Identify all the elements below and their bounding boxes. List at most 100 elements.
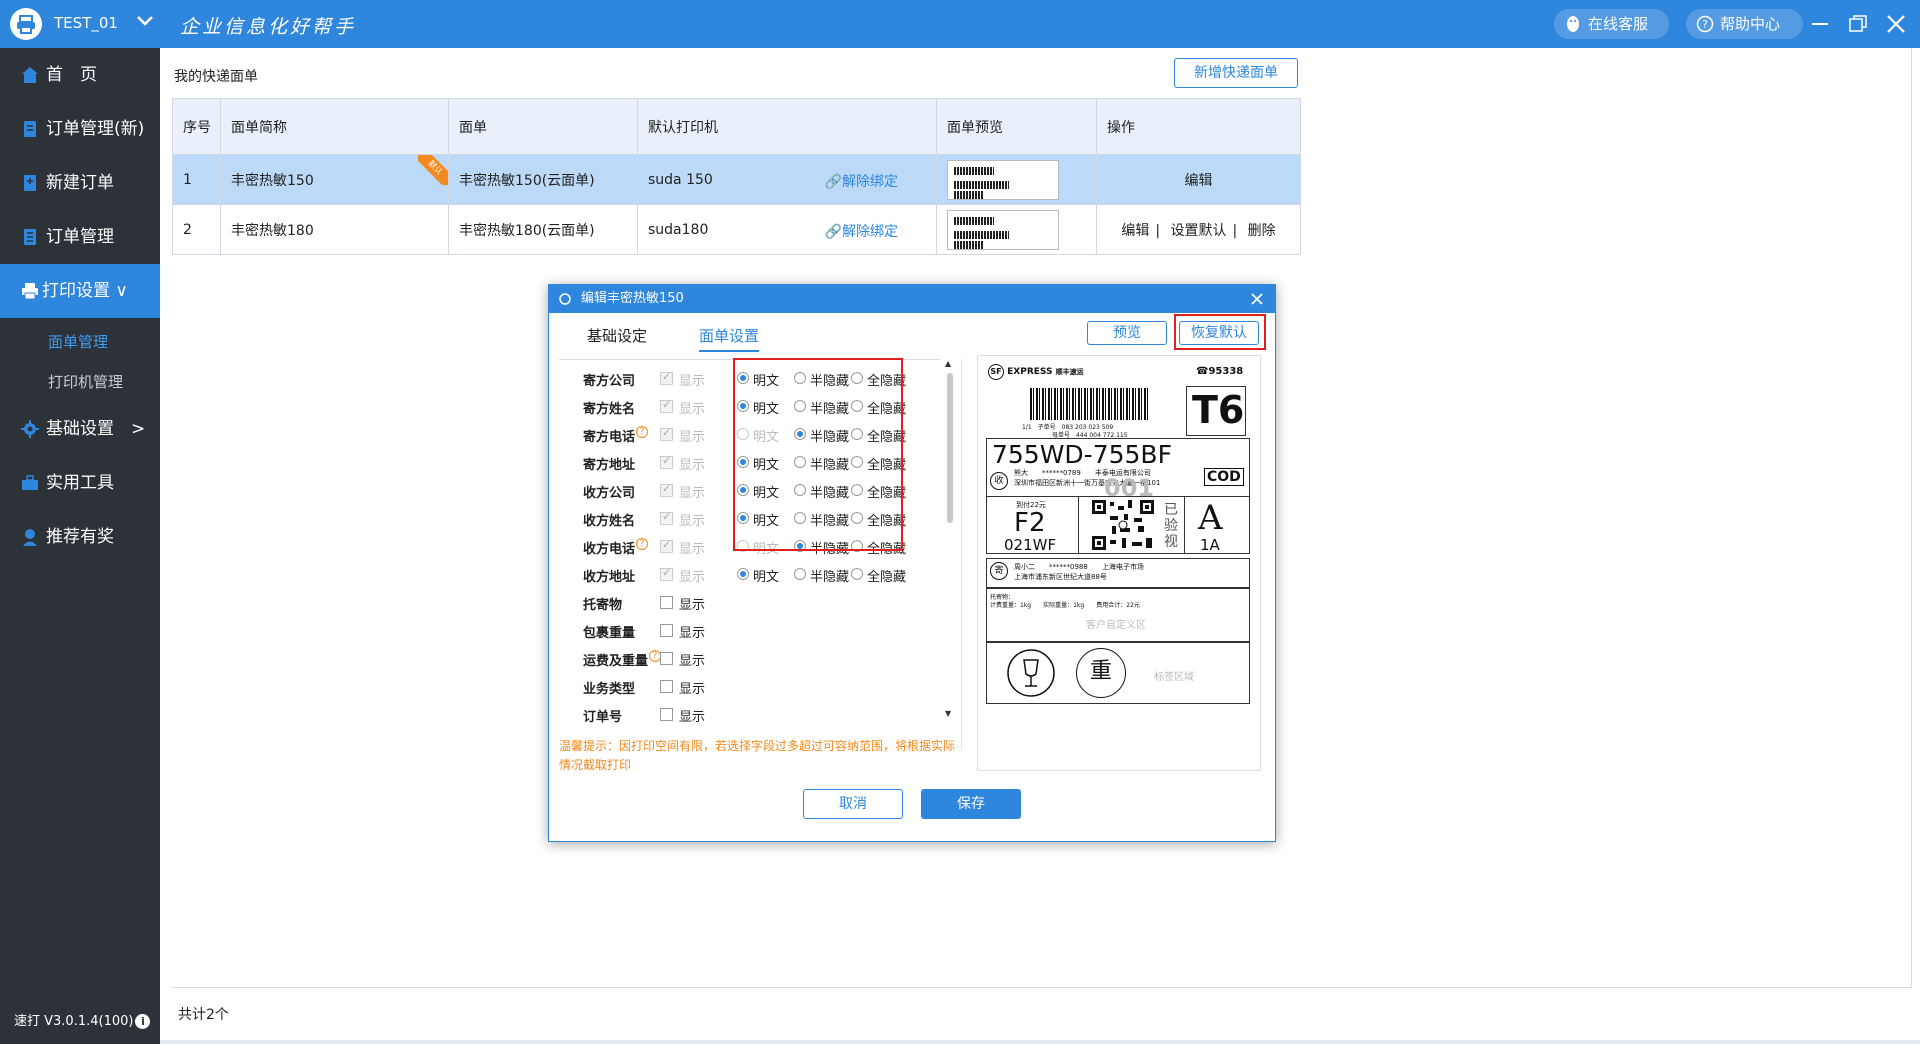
- show-checkbox[interactable]: [660, 426, 673, 441]
- sheet-preview-thumbnail[interactable]: [936, 154, 1097, 205]
- sheet-name: 丰密热敏150(云面单): [448, 154, 638, 205]
- restore-window-icon[interactable]: [1844, 10, 1872, 38]
- table-row[interactable]: 2 丰密热敏180 丰密热敏180(云面单) suda180 🔗解除绑定 编辑 |…: [172, 204, 1301, 255]
- show-checkbox[interactable]: [660, 624, 673, 637]
- field-row: 订单号 显示: [559, 700, 939, 728]
- sidebar-item-print-settings[interactable]: 打印设置 ∨: [0, 264, 160, 318]
- waybill-thumbnail[interactable]: [947, 209, 1059, 250]
- field-row: 收方地址 显示 明文 半隐藏 全隐藏: [559, 560, 939, 588]
- show-checkbox[interactable]: [660, 652, 673, 665]
- chevron-down-icon[interactable]: [136, 12, 154, 33]
- show-checkbox[interactable]: [660, 680, 673, 693]
- waybill-preview: SF EXPRESS 顺丰速运 ☎95338 1/1 子单号 083 203 0…: [977, 355, 1261, 771]
- sheet-preview-thumbnail[interactable]: [936, 204, 1097, 255]
- show-checkbox[interactable]: [660, 510, 673, 525]
- show-label: 显示: [679, 626, 706, 641]
- field-name: 收方地址: [583, 566, 635, 585]
- receiver-tag: 收: [990, 472, 1008, 490]
- sidebar-item-basic-settings[interactable]: 基础设置 >: [0, 402, 160, 456]
- sidebar-item-new-order[interactable]: 新建订单: [0, 156, 160, 210]
- sidebar-item-orders-new[interactable]: 订单管理(新): [0, 102, 160, 156]
- sidebar-item-home[interactable]: 首 页: [0, 48, 160, 102]
- unbind-link[interactable]: 🔗解除绑定: [825, 221, 898, 241]
- tab-basic-settings[interactable]: 基础设定: [587, 325, 647, 346]
- account-name[interactable]: TEST_01: [54, 14, 118, 32]
- show-checkbox[interactable]: [660, 454, 673, 469]
- mode-radio[interactable]: [851, 568, 863, 580]
- field-name-text: 寄方地址: [583, 458, 636, 473]
- show-label: 显示: [679, 430, 706, 445]
- column-header: 面单预览: [936, 98, 1097, 155]
- qr-code: [1090, 498, 1156, 552]
- field-name-text: 订单号: [583, 710, 623, 725]
- mode-radio[interactable]: [794, 568, 806, 580]
- preview-button[interactable]: 预览: [1087, 321, 1167, 345]
- unbind-link[interactable]: 🔗解除绑定: [825, 171, 898, 191]
- scroll-down-icon[interactable]: ▼: [945, 709, 951, 718]
- sender-address: 上海市浦东新区世纪大道88号: [1014, 573, 1107, 581]
- show-checkbox[interactable]: [660, 538, 673, 553]
- show-checkbox[interactable]: [660, 370, 673, 385]
- cancel-button[interactable]: 取消: [803, 789, 903, 819]
- minimize-icon[interactable]: [1806, 10, 1834, 38]
- field-name-text: 寄方公司: [583, 374, 636, 389]
- sidebar-item-orders[interactable]: 订单管理: [0, 210, 160, 264]
- set-default-link[interactable]: 设置默认: [1171, 223, 1227, 239]
- field-name: 寄方电话?: [583, 426, 649, 445]
- edit-link[interactable]: 编辑: [1121, 223, 1149, 239]
- delete-link[interactable]: 删除: [1248, 223, 1276, 239]
- field-name-text: 收方电话: [583, 542, 636, 557]
- column-header: 面单: [448, 98, 638, 155]
- printer-icon: [17, 15, 35, 34]
- tab-sheet-settings[interactable]: 面单设置: [699, 325, 760, 352]
- save-button[interactable]: 保存: [921, 789, 1021, 819]
- close-icon[interactable]: [1882, 10, 1910, 38]
- row-actions: 编辑 | 设置默认 | 删除: [1096, 204, 1301, 255]
- help-center-button[interactable]: ? 帮助中心 ▾: [1686, 9, 1803, 63]
- user-icon: [23, 529, 37, 546]
- sidebar-item-tools[interactable]: 实用工具: [0, 456, 160, 510]
- edit-link[interactable]: 编辑: [1185, 173, 1213, 189]
- row-number: 2: [172, 204, 221, 255]
- help-icon[interactable]: ?: [636, 426, 649, 438]
- help-icon[interactable]: ?: [636, 538, 649, 550]
- close-icon[interactable]: [1249, 291, 1265, 307]
- field-row: 包裹重量 显示: [559, 616, 939, 644]
- mode-radio[interactable]: [737, 568, 749, 580]
- svg-text:?: ?: [1702, 18, 1708, 31]
- dialog-title: 编辑丰密热敏150: [581, 291, 684, 306]
- show-checkbox[interactable]: [660, 566, 673, 581]
- field-name: 订单号: [583, 706, 622, 725]
- page-title: 我的快递面单: [174, 69, 258, 85]
- waybill-thumbnail[interactable]: [947, 159, 1059, 200]
- field-name-text: 业务类型: [583, 682, 636, 697]
- field-name: 业务类型: [583, 678, 635, 697]
- show-label: 显示: [679, 458, 706, 473]
- field-name-text: 托寄物: [583, 598, 623, 613]
- brand-text: EXPRESS: [1007, 367, 1053, 377]
- add-sheet-button[interactable]: 新增快递面单: [1174, 58, 1298, 88]
- default-printer: suda180 🔗解除绑定: [637, 204, 937, 255]
- show-label: 显示: [679, 374, 706, 389]
- sidebar-subitem-sheet-manage[interactable]: 面单管理: [0, 322, 160, 362]
- dialog-header: 编辑丰密热敏150: [549, 285, 1275, 313]
- sidebar-item-label: 订单管理: [46, 227, 114, 247]
- scrollbar[interactable]: ▲ ▼: [945, 359, 955, 721]
- table-row[interactable]: 1 丰密热敏150 默认 丰密热敏150(云面单) suda 150 🔗解除绑定…: [172, 154, 1301, 205]
- scroll-thumb[interactable]: [947, 373, 953, 523]
- show-checkbox[interactable]: [660, 398, 673, 413]
- sidebar-subitem-printer-manage[interactable]: 打印机管理: [0, 362, 160, 402]
- sidebar-item-referral[interactable]: 推荐有奖: [0, 510, 160, 564]
- sf-logo: SF EXPRESS 顺丰速运: [988, 364, 1084, 380]
- show-checkbox[interactable]: [660, 596, 673, 609]
- scroll-up-icon[interactable]: ▲: [945, 359, 951, 368]
- field-name-text: 包裹重量: [583, 626, 636, 641]
- panel-divider: [961, 359, 962, 749]
- show-label: 显示: [679, 542, 706, 557]
- bottom-strip: [160, 1040, 1920, 1044]
- show-checkbox[interactable]: [660, 482, 673, 497]
- online-service-button[interactable]: 在线客服: [1554, 9, 1669, 39]
- show-checkbox[interactable]: [660, 708, 673, 721]
- hotline: ☎95338: [1196, 366, 1244, 377]
- info-icon[interactable]: i: [135, 1014, 151, 1029]
